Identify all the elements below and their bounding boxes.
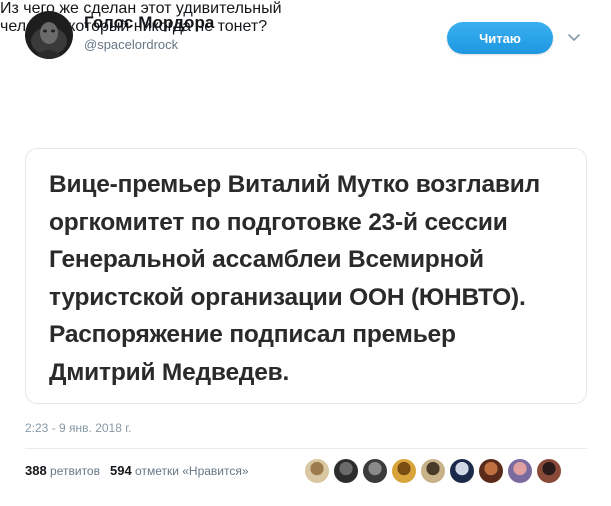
tweet: Голос Мордора @spacelordrock Читаю Из че… [0, 0, 611, 506]
media-text-line: Распоряжение подписал премьер [49, 321, 456, 349]
liker-avatar[interactable] [304, 458, 330, 484]
likes-label: отметки «Нравится» [135, 464, 249, 478]
media-text-line: Вице-премьер Виталий Мутко возглавил [49, 171, 540, 198]
retweets-label: ретвитов [50, 464, 100, 478]
media-text-line: туристской организации ООН (ЮНВТО). [49, 283, 526, 311]
likes-count: 594 [109, 463, 132, 478]
media-text-line: Генеральной ассамблеи Всемирной [49, 246, 484, 274]
author-name[interactable]: Голос Мордора [84, 13, 215, 33]
follow-button[interactable]: Читаю [447, 22, 553, 54]
divider [25, 448, 587, 449]
author-handle[interactable]: @spacelordrock [84, 37, 178, 52]
liker-avatar[interactable] [333, 458, 359, 484]
liker-avatar[interactable] [536, 458, 562, 484]
liker-avatar[interactable] [449, 458, 475, 484]
engagement-stats: 388 ретвитов 594 отметки «Нравится» [25, 463, 249, 478]
liker-avatar[interactable] [478, 458, 504, 484]
liker-avatar[interactable] [391, 458, 417, 484]
avatar-image [25, 11, 73, 59]
media-text-line: оргкомитет по подготовке 23-й сессии [49, 208, 508, 236]
timestamp[interactable]: 2:23 - 9 янв. 2018 г. [25, 421, 131, 435]
media-text-line: Дмитрий Медведев. [49, 358, 290, 386]
likes-stat[interactable]: 594 отметки «Нравится» [109, 463, 249, 478]
liker-avatar[interactable] [420, 458, 446, 484]
retweets-stat[interactable]: 388 ретвитов [25, 463, 100, 478]
liker-avatar[interactable] [507, 458, 533, 484]
avatar[interactable] [25, 11, 73, 59]
liker-avatar[interactable] [362, 458, 388, 484]
media-text: Вице-премьер Виталий Мутко возглавил орг… [49, 166, 579, 392]
media-card[interactable]: Вице-премьер Виталий Мутко возглавил орг… [25, 148, 587, 404]
retweets-count: 388 [25, 463, 47, 478]
chevron-down-icon[interactable] [565, 28, 583, 46]
